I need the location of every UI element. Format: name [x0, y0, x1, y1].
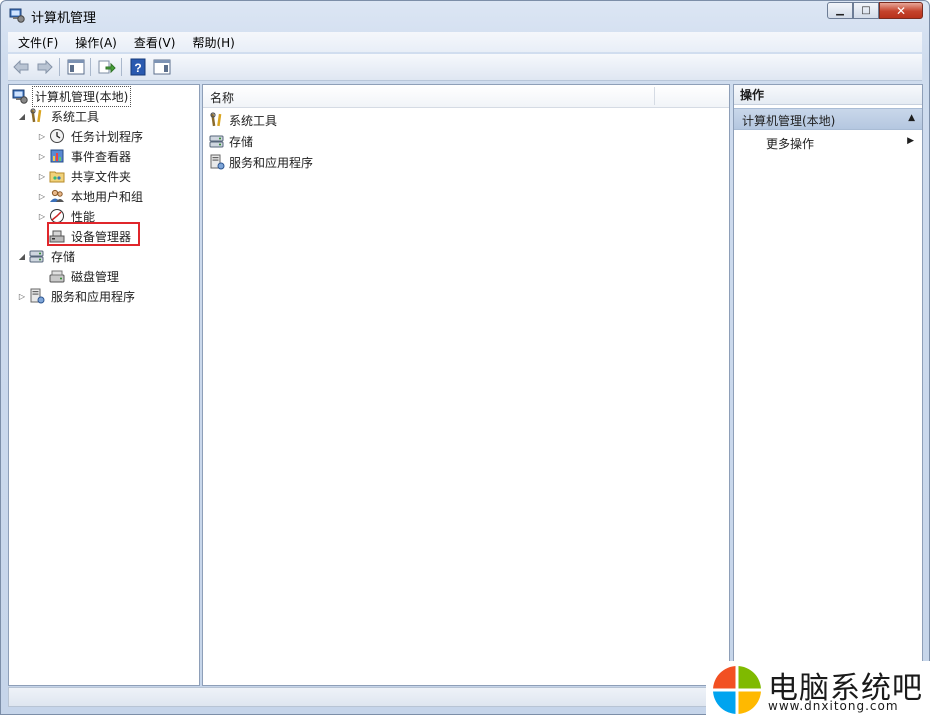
actions-section-label: 计算机管理(本地)	[742, 114, 836, 128]
collapsed-arrow-icon[interactable]: ▷	[37, 132, 47, 141]
help-icon: ?	[130, 58, 146, 76]
more-actions-item[interactable]: 更多操作	[766, 135, 814, 152]
list-item-system-tools[interactable]: 系统工具	[209, 111, 279, 129]
users-icon	[49, 188, 65, 204]
services-icon	[209, 154, 225, 170]
list-item-storage[interactable]: 存储	[209, 132, 255, 150]
forward-button[interactable]	[34, 57, 56, 77]
clock-icon	[49, 128, 65, 144]
toolbar-separator	[90, 58, 91, 76]
minimize-button[interactable]: ▁	[827, 2, 853, 19]
results-pane: 名称 系统工具 存储 服务和应用程序	[202, 84, 730, 686]
tree-label: 磁盘管理	[71, 269, 120, 284]
tree-item-shared-folders[interactable]: ▷ 共享文件夹	[37, 167, 133, 185]
menu-file[interactable]: 文件(F)	[8, 34, 65, 51]
watermark: 电脑系统吧 www.dnxitong.com	[706, 661, 930, 716]
maximize-icon: □	[861, 5, 871, 16]
tree-label: 计算机管理(本地)	[32, 85, 132, 107]
collapsed-arrow-icon[interactable]: ▷	[37, 172, 47, 181]
tree-item-disk-management[interactable]: 磁盘管理	[49, 267, 121, 285]
tree-label: 本地用户和组	[71, 189, 144, 204]
list-item-label: 服务和应用程序	[229, 155, 314, 170]
tree-item-storage[interactable]: ◢ 存储	[17, 247, 77, 265]
highlight-annotation-box	[47, 222, 140, 246]
column-header-name[interactable]: 名称	[210, 89, 234, 106]
help-button[interactable]: ?	[127, 57, 149, 77]
column-separator[interactable]	[654, 87, 655, 105]
menu-help[interactable]: 帮助(H)	[182, 34, 241, 51]
action-pane-icon	[153, 59, 171, 75]
tree-item-task-scheduler[interactable]: ▷ 任务计划程序	[37, 127, 145, 145]
title-bar[interactable]: 计算机管理 ▁ □ ✕	[1, 1, 929, 29]
list-item-label: 存储	[229, 134, 254, 149]
windows-logo-icon	[713, 666, 761, 714]
collapse-up-icon[interactable]: ▲	[908, 113, 915, 123]
actions-header: 操作	[734, 85, 922, 105]
list-item-label: 系统工具	[229, 113, 278, 128]
menu-bar: 文件(F) 操作(A) 查看(V) 帮助(H)	[8, 32, 922, 52]
maximize-button[interactable]: □	[853, 2, 879, 19]
shared-folder-icon	[49, 168, 65, 184]
menu-view[interactable]: 查看(V)	[124, 34, 183, 51]
close-button[interactable]: ✕	[879, 2, 923, 19]
tree-item-local-users[interactable]: ▷ 本地用户和组	[37, 187, 145, 205]
computer-management-icon	[9, 7, 25, 23]
show-hide-action-pane-button[interactable]	[151, 57, 173, 77]
console-tree-icon	[67, 59, 85, 75]
actions-pane: 操作 计算机管理(本地) ▲ 更多操作 ▶	[733, 84, 923, 686]
tree-label: 事件查看器	[71, 149, 132, 164]
services-icon	[29, 288, 45, 304]
computer-management-window: 计算机管理 ▁ □ ✕ 文件(F) 操作(A) 查看(V) 帮助(H) ? 计算…	[0, 0, 930, 716]
minimize-icon: ▁	[836, 5, 844, 16]
collapsed-arrow-icon[interactable]: ▷	[37, 152, 47, 161]
submenu-arrow-icon: ▶	[907, 136, 914, 146]
tools-icon	[209, 112, 225, 128]
export-icon	[98, 60, 116, 74]
collapsed-arrow-icon[interactable]: ▷	[37, 212, 47, 221]
tree-item-event-viewer[interactable]: ▷ 事件查看器	[37, 147, 133, 165]
computer-management-icon	[12, 88, 28, 104]
tree-item-root[interactable]: 计算机管理(本地)	[12, 85, 132, 107]
storage-icon	[29, 248, 45, 264]
toolbar: ?	[8, 54, 922, 81]
tools-icon	[29, 108, 45, 124]
back-arrow-icon	[13, 60, 29, 74]
menu-action[interactable]: 操作(A)	[65, 34, 124, 51]
close-icon: ✕	[895, 3, 907, 18]
watermark-url: www.dnxitong.com	[768, 699, 899, 713]
toolbar-separator	[121, 58, 122, 76]
actions-section-computer-management[interactable]: 计算机管理(本地) ▲	[734, 108, 922, 130]
tree-label: 服务和应用程序	[51, 289, 136, 304]
console-tree-pane: 计算机管理(本地) ◢ 系统工具 ▷ 任务计划程序 ▷ 事件查看器 ▷ 共享文件…	[8, 84, 200, 686]
export-list-button[interactable]	[96, 57, 118, 77]
tree-label: 共享文件夹	[71, 169, 132, 184]
toolbar-separator	[59, 58, 60, 76]
expanded-arrow-icon[interactable]: ◢	[17, 112, 27, 121]
svg-text:?: ?	[134, 61, 141, 75]
expanded-arrow-icon[interactable]: ◢	[17, 252, 27, 261]
tree-label: 系统工具	[51, 109, 100, 124]
forward-arrow-icon	[37, 60, 53, 74]
collapsed-arrow-icon[interactable]: ▷	[17, 292, 27, 301]
storage-icon	[209, 133, 225, 149]
tree-label: 任务计划程序	[71, 129, 144, 144]
window-title: 计算机管理	[31, 11, 97, 26]
back-button[interactable]	[10, 57, 32, 77]
disk-management-icon	[49, 268, 65, 284]
tree-label: 存储	[51, 249, 76, 264]
event-viewer-icon	[49, 148, 65, 164]
collapsed-arrow-icon[interactable]: ▷	[37, 192, 47, 201]
show-hide-tree-button[interactable]	[65, 57, 87, 77]
tree-item-system-tools[interactable]: ◢ 系统工具	[17, 107, 101, 125]
list-item-services-apps[interactable]: 服务和应用程序	[209, 153, 315, 171]
column-header-row: 名称	[203, 85, 729, 108]
tree-item-services-apps[interactable]: ▷ 服务和应用程序	[17, 287, 137, 305]
